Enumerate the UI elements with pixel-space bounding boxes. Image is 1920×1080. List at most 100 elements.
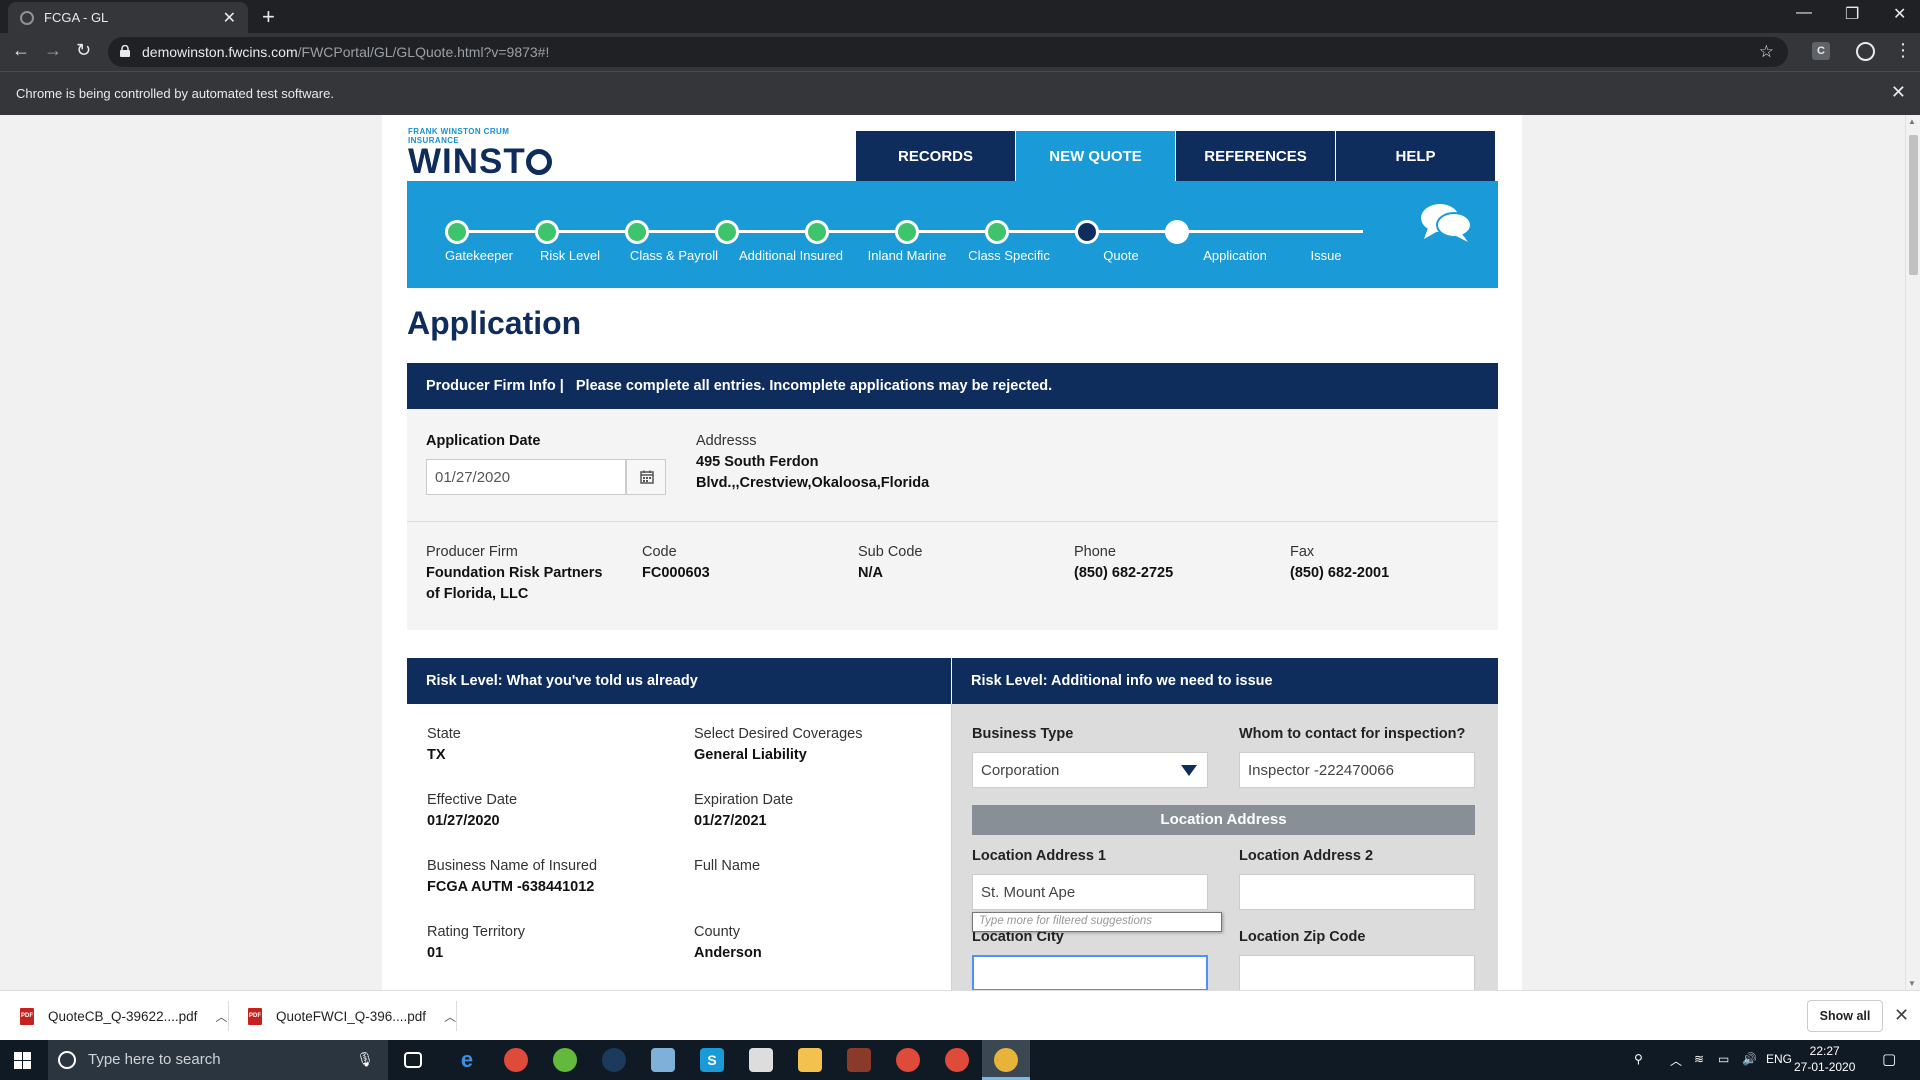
step-dot (445, 220, 469, 244)
chrome-icon[interactable] (896, 1048, 920, 1072)
location-address2-input[interactable] (1239, 874, 1475, 910)
new-tab-icon[interactable]: + (262, 4, 275, 30)
volume-icon[interactable]: 🔊 (1742, 1052, 1757, 1066)
step-label: Class & Payroll (629, 248, 719, 263)
notepad-icon[interactable] (651, 1048, 675, 1072)
download-separator (456, 1001, 457, 1031)
tray-chevron-icon[interactable]: ︿ (1670, 1052, 1682, 1069)
autocomplete-suggestion-hint: Type more for filtered suggestions (972, 912, 1222, 932)
code-label: Code (642, 544, 677, 560)
download-item[interactable]: PDF QuoteFWCI_Q-396....pdf ︿ (248, 991, 456, 1041)
photos-icon[interactable] (749, 1048, 773, 1072)
location-address1-label: Location Address 1 (972, 848, 1107, 864)
producer-firm-line1: Foundation Risk Partners (426, 565, 603, 581)
chrome-icon[interactable] (945, 1048, 969, 1072)
download-item[interactable]: PDF QuoteCB_Q-39622....pdf ︿ (20, 991, 227, 1041)
skype-icon[interactable]: S (700, 1048, 724, 1072)
address-bar[interactable]: demowinston.fwcins.com/FWCPortal/GL/GLQu… (108, 37, 1788, 67)
url-host: demowinston.fwcins.com (142, 44, 298, 60)
scroll-up-icon[interactable]: ▲ (1908, 117, 1916, 126)
edge-icon[interactable]: e (455, 1048, 479, 1072)
back-icon[interactable]: ← (12, 40, 30, 61)
nav-new-quote[interactable]: NEW QUOTE (1016, 131, 1176, 181)
extension-icon[interactable]: C (1812, 42, 1830, 60)
active-app-highlight[interactable] (982, 1040, 1030, 1080)
tab-title: FCGA - GL (44, 10, 109, 25)
close-window-icon[interactable]: ✕ (1893, 4, 1906, 24)
location-zip-input[interactable] (1239, 955, 1475, 990)
microphone-icon[interactable]: 🎙 (356, 1051, 374, 1068)
rating-territory-value: 01 (427, 945, 444, 961)
people-icon[interactable]: ⚲ (1634, 1052, 1643, 1066)
show-all-downloads-button[interactable]: Show all (1807, 1000, 1883, 1032)
risk-left-header: Risk Level: What you've told us already (407, 658, 951, 704)
state-label: State (427, 726, 461, 742)
minimize-icon[interactable]: — (1796, 4, 1812, 22)
location-address1-input[interactable]: St. Mount Ape (972, 874, 1208, 910)
application-date-input[interactable]: 01/27/2020 (426, 459, 626, 495)
tab-close-icon[interactable]: ✕ (223, 8, 236, 28)
utorrent-icon[interactable] (553, 1048, 577, 1072)
restore-icon[interactable]: ❐ (1845, 4, 1859, 24)
chrome-icon[interactable] (504, 1048, 528, 1072)
effective-date-value: 01/27/2020 (427, 813, 500, 829)
game-icon[interactable] (847, 1048, 871, 1072)
producer-section-header: Producer Firm Info | Please complete all… (407, 363, 1498, 409)
calendar-button[interactable] (626, 459, 666, 495)
menu-dots-icon[interactable]: ⋮ (1894, 40, 1912, 61)
location-zip-label: Location Zip Code (1239, 929, 1366, 945)
producer-firm-line2: of Florida, LLC (426, 586, 529, 602)
nav-help[interactable]: HELP (1336, 131, 1496, 181)
reload-icon[interactable]: ↻ (76, 40, 91, 61)
step-label: Quote (1103, 248, 1139, 263)
task-view-icon[interactable] (404, 1052, 422, 1068)
profile-icon[interactable] (1856, 42, 1875, 61)
step-dot (625, 220, 649, 244)
coverages-value: General Liability (694, 747, 807, 763)
notifications-icon[interactable]: ▢ (1882, 1050, 1896, 1068)
cortana-icon (58, 1051, 76, 1069)
taskbar-clock[interactable]: 22:27 27-01-2020 (1794, 1043, 1855, 1075)
phone-value: (850) 682-2725 (1074, 565, 1174, 581)
page-scrollbar[interactable]: ▲ ▼ (1905, 115, 1920, 990)
location-address2-label: Location Address 2 (1239, 848, 1374, 864)
infobar-close-icon[interactable]: ✕ (1891, 82, 1906, 103)
rating-territory-label: Rating Territory (427, 924, 526, 940)
forward-icon[interactable]: → (44, 40, 62, 61)
chrome-icon (994, 1048, 1018, 1072)
step-dot (1165, 220, 1189, 244)
close-shelf-icon[interactable]: ✕ (1894, 1005, 1909, 1026)
step-dot (985, 220, 1009, 244)
chat-icon[interactable] (1418, 201, 1474, 245)
downloads-shelf: PDF QuoteCB_Q-39622....pdf ︿ PDF QuoteFW… (0, 990, 1920, 1040)
business-name-label: Business Name of Insured (427, 858, 598, 874)
lock-icon (120, 45, 130, 57)
scroll-thumb[interactable] (1909, 135, 1918, 275)
network-icon[interactable]: ≋ (1694, 1052, 1704, 1066)
nav-records[interactable]: RECORDS (856, 131, 1016, 181)
inspection-contact-input[interactable]: Inspector -222470066 (1239, 752, 1475, 788)
step-dot (805, 220, 829, 244)
full-name-label: Full Name (694, 858, 761, 874)
chevron-up-icon[interactable]: ︿ (215, 1008, 227, 1025)
location-city-input[interactable] (972, 955, 1208, 990)
steam-icon[interactable] (602, 1048, 626, 1072)
business-type-select[interactable]: Corporation (972, 752, 1208, 788)
browser-tab[interactable]: FCGA - GL ✕ (8, 2, 248, 33)
scroll-down-icon[interactable]: ▼ (1908, 979, 1916, 988)
language-indicator[interactable]: ENG (1766, 1052, 1792, 1066)
step-label: Class Specific (968, 248, 1050, 263)
battery-icon[interactable]: ▭ (1718, 1052, 1729, 1066)
nav-references[interactable]: REFERENCES (1176, 131, 1336, 181)
fax-value: (850) 682-2001 (1290, 565, 1390, 581)
file-explorer-icon[interactable] (798, 1048, 822, 1072)
risk-left-header-text: Risk Level: What you've told us already (426, 673, 698, 689)
business-name-value: FCGA AUTM -638441012 (427, 879, 595, 895)
bookmark-star-icon[interactable]: ☆ (1759, 42, 1774, 62)
step-dot (715, 220, 739, 244)
windows-start-icon[interactable] (14, 1052, 31, 1069)
taskbar-search[interactable]: Type here to search 🎙 (48, 1040, 388, 1080)
chevron-up-icon[interactable]: ︿ (444, 1008, 456, 1025)
county-value: Anderson (694, 945, 762, 961)
effective-date-label: Effective Date (427, 792, 518, 808)
